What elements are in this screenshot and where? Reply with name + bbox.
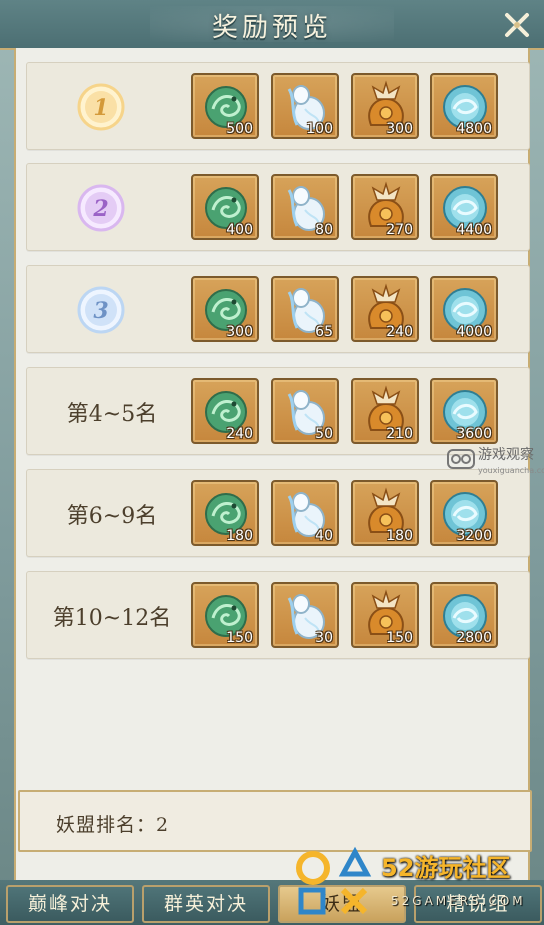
- reward-item-slot[interactable]: 80: [271, 174, 339, 240]
- watermark-subtext: youxiguancha.com: [478, 466, 544, 475]
- reward-row: 第4~5名 240 50 210 3600: [26, 367, 530, 455]
- playstation-shapes-icon: [296, 846, 372, 915]
- reward-item-slot[interactable]: 210: [351, 378, 419, 444]
- item-quantity: 4400: [456, 222, 492, 238]
- rank-3-medal-icon: 3: [75, 284, 127, 336]
- item-quantity: 4000: [456, 324, 492, 340]
- item-quantity: 500: [226, 121, 253, 137]
- reward-row: 第10~12名 150 30 150 2800: [26, 571, 530, 659]
- reward-item-slot[interactable]: 4000: [430, 276, 498, 342]
- item-quantity: 150: [386, 630, 413, 646]
- youxiguancha-watermark: 游戏观察 youxiguancha.com: [446, 444, 544, 484]
- reward-item-slot[interactable]: 300: [191, 276, 259, 342]
- reward-item-slot[interactable]: 150: [191, 582, 259, 648]
- item-quantity: 400: [226, 222, 253, 238]
- item-quantity: 300: [226, 324, 253, 340]
- tab-peak-duel[interactable]: 巅峰对决: [6, 885, 134, 923]
- tab-hero-duel[interactable]: 群英对决: [142, 885, 270, 923]
- watermark-brand: 52游玩社区: [381, 854, 511, 882]
- reward-item-slot[interactable]: 65: [271, 276, 339, 342]
- svg-text:3: 3: [93, 298, 108, 324]
- reward-item-slot[interactable]: 4800: [430, 73, 498, 139]
- item-quantity: 180: [226, 528, 253, 544]
- rank-1-medal-icon: 1: [75, 81, 127, 133]
- reward-item-slot[interactable]: 4400: [430, 174, 498, 240]
- page-title: 奖励预览: [211, 13, 332, 43]
- item-quantity: 240: [386, 324, 413, 340]
- item-quantity: 30: [315, 630, 333, 646]
- rank-2-medal-icon: 2: [75, 182, 127, 234]
- item-quantity: 270: [386, 222, 413, 238]
- reward-item-slot[interactable]: 30: [271, 582, 339, 648]
- item-quantity: 180: [386, 528, 413, 544]
- item-quantity: 50: [315, 426, 333, 442]
- watermark-brand-sub: 52GAMERS.COM: [391, 894, 526, 908]
- reward-item-slot[interactable]: 100: [271, 73, 339, 139]
- item-quantity: 100: [306, 121, 333, 137]
- item-quantity: 150: [226, 630, 253, 646]
- item-quantity: 210: [386, 426, 413, 442]
- reward-row: 2 400 80 270 4400: [26, 163, 530, 251]
- reward-item-slot[interactable]: 50: [271, 378, 339, 444]
- item-quantity: 4800: [456, 121, 492, 137]
- item-quantity: 65: [315, 324, 333, 340]
- watermark-text: 游戏观察: [478, 447, 534, 463]
- close-button[interactable]: [498, 6, 536, 44]
- item-quantity: 3200: [456, 528, 492, 544]
- item-quantity: 3600: [456, 426, 492, 442]
- guild-rank-label: 妖盟排名：2: [56, 814, 170, 836]
- reward-item-slot[interactable]: 400: [191, 174, 259, 240]
- item-quantity: 2800: [456, 630, 492, 646]
- watermark-logo-icon: [447, 449, 475, 469]
- item-quantity: 240: [226, 426, 253, 442]
- reward-item-slot[interactable]: 500: [191, 73, 259, 139]
- reward-item-slot[interactable]: 180: [351, 480, 419, 546]
- svg-text:1: 1: [93, 95, 108, 121]
- item-quantity: 300: [386, 121, 413, 137]
- reward-item-slot[interactable]: 240: [191, 378, 259, 444]
- svg-text:2: 2: [92, 196, 108, 222]
- reward-row: 1 500 100 300 4800: [26, 62, 530, 150]
- reward-item-slot[interactable]: 3600: [430, 378, 498, 444]
- reward-item-slot[interactable]: 180: [191, 480, 259, 546]
- reward-item-slot[interactable]: 240: [351, 276, 419, 342]
- rank-range-label: 第10~12名: [52, 606, 172, 631]
- reward-item-slot[interactable]: 300: [351, 73, 419, 139]
- header-bar: 奖励预览: [0, 0, 544, 50]
- rank-range-label: 第6~9名: [66, 504, 158, 529]
- close-icon: [505, 13, 529, 37]
- rank-range-label: 第4~5名: [66, 402, 158, 427]
- reward-item-slot[interactable]: 150: [351, 582, 419, 648]
- reward-item-slot[interactable]: 270: [351, 174, 419, 240]
- item-quantity: 80: [315, 222, 333, 238]
- reward-row: 3 300 65 240 4000: [26, 265, 530, 353]
- reward-preview-window: 奖励预览 1 500 100 300 4800 2 400 80 270 440…: [0, 0, 544, 925]
- reward-item-slot[interactable]: 2800: [430, 582, 498, 648]
- reward-item-slot[interactable]: 3200: [430, 480, 498, 546]
- item-quantity: 40: [315, 528, 333, 544]
- 52gamers-watermark: 52游玩社区 52GAMERS.COM: [295, 842, 544, 925]
- reward-item-slot[interactable]: 40: [271, 480, 339, 546]
